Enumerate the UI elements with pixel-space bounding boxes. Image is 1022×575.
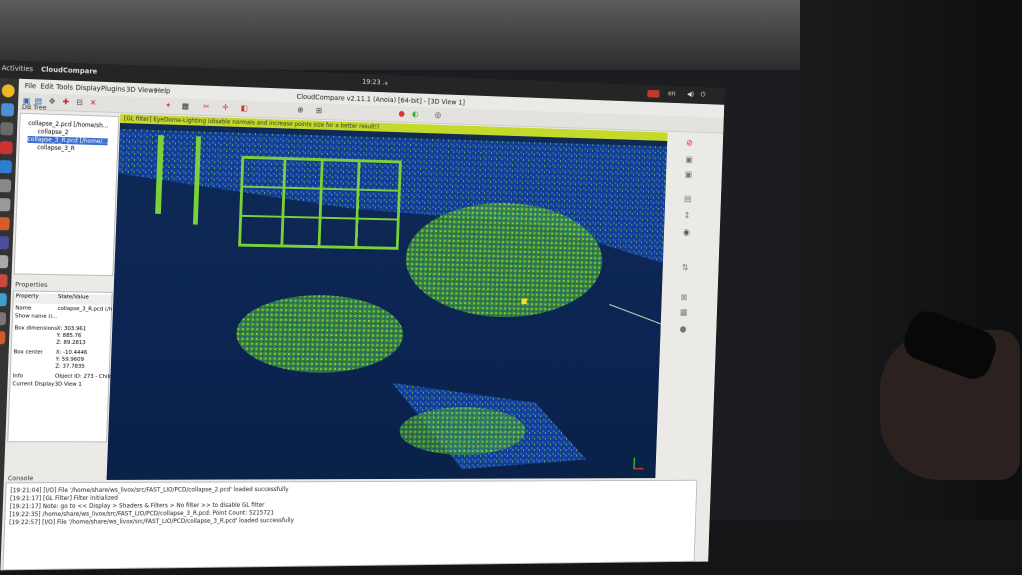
view-icon-5[interactable]: ◉ <box>682 228 691 238</box>
property-value: Y: 885.76 <box>56 332 82 340</box>
app-icon-2[interactable] <box>0 198 11 212</box>
property-value: Z: 37.7835 <box>55 363 85 370</box>
property-value: Z: 89.2813 <box>56 339 86 347</box>
view-icon-7[interactable]: ⊠ <box>680 293 689 302</box>
property-value: X: 303.961 <box>56 325 87 333</box>
property-value: Object ID: 273 - Child <box>54 373 113 380</box>
sor-icon[interactable]: ▦ <box>181 101 190 110</box>
menu-help[interactable]: Help <box>155 87 171 95</box>
menu-plugins[interactable]: Plugins <box>101 85 126 94</box>
view-icon-2[interactable]: ▣ <box>684 170 693 180</box>
db-tree-title: DB Tree <box>21 102 47 112</box>
property-key: Box center <box>13 349 43 356</box>
app-icon-4[interactable] <box>0 274 8 288</box>
volume-icon[interactable]: ◀) <box>687 90 694 98</box>
property-key: Name <box>15 305 32 312</box>
clone-icon[interactable]: ⊟ <box>75 98 84 107</box>
properties-panel: Property State/Value Name collapse_3_R.pc… <box>7 290 113 443</box>
tree-item-collapse-2[interactable]: collapse_2 <box>38 128 69 136</box>
property-value[interactable]: 3D View 1 <box>55 382 82 388</box>
zotero-icon[interactable] <box>0 141 13 155</box>
view-icon-4[interactable]: ↕ <box>683 211 692 221</box>
header-property: Property <box>15 293 39 300</box>
properties-header: Property State/Value <box>13 293 112 305</box>
screen: Activities CloudCompare ه. 19:23 en ◀) ⏻ <box>0 60 725 571</box>
property-key: Box dimensions <box>14 325 58 332</box>
ubuntu-software-icon[interactable] <box>0 217 10 231</box>
app-icon-3[interactable] <box>0 236 10 250</box>
cloud-line <box>609 304 662 323</box>
indicator-red-icon[interactable] <box>647 89 660 98</box>
property-key: Show name (i... <box>14 313 58 320</box>
color-icon[interactable]: ● <box>397 109 406 118</box>
menu-3d-views[interactable]: 3D Views <box>126 86 157 95</box>
right-toolbar: ⊘ ▣ ▣ ▤ ↕ ◉ ⇅ ⊠ ▦ ● <box>661 133 708 478</box>
sample-icon[interactable]: ✦ <box>164 101 173 110</box>
app-icon-7[interactable] <box>0 331 6 345</box>
menu-tools[interactable]: Tools <box>56 83 73 92</box>
scalar-icon[interactable]: ◐ <box>411 110 419 119</box>
chrome-icon[interactable] <box>1 84 15 98</box>
pivot-marker <box>521 298 527 305</box>
header-state-value: State/Value <box>57 294 89 301</box>
app-icon-6[interactable] <box>0 312 7 326</box>
properties-title: Properties <box>15 280 48 289</box>
background-right <box>800 0 1022 575</box>
property-row: Current Display 3D View 1 <box>10 381 108 392</box>
clock[interactable]: ه. 19:23 <box>362 78 388 87</box>
monitor: Activities CloudCompare ه. 19:23 en ◀) ⏻ <box>0 60 733 575</box>
translate-icon[interactable]: ✛ <box>221 103 230 112</box>
menu-edit[interactable]: Edit <box>40 83 54 91</box>
console-line: [19:22:57] [I/O] File '/home/share/ws_li… <box>8 517 294 527</box>
camera-icon[interactable]: ◎ <box>434 110 442 119</box>
delete-icon[interactable]: ✕ <box>89 98 98 107</box>
console-line: [19:21:17] [GL Filter] Filter initialize… <box>9 494 119 503</box>
db-tree-panel: collapse_2.pcd [/home/sh... collapse_2 c… <box>13 112 120 277</box>
app-icon[interactable] <box>0 122 14 136</box>
label-icon[interactable]: ⊞ <box>315 106 324 115</box>
property-value: Y: 59.9609 <box>55 356 85 363</box>
property-value[interactable]: collapse_3_R.pcd (/h <box>57 306 112 313</box>
menu-file[interactable]: File <box>25 82 37 90</box>
view-icon-9[interactable]: ● <box>678 325 687 334</box>
crop-icon[interactable]: ◧ <box>240 103 249 113</box>
view-icon-8[interactable]: ▦ <box>679 308 688 317</box>
property-key: Info <box>12 373 24 380</box>
stop-icon[interactable]: ⊘ <box>685 139 694 149</box>
terminal-icon[interactable] <box>0 179 12 193</box>
power-icon[interactable]: ⏻ <box>701 91 706 100</box>
cloud-rubble <box>234 293 405 374</box>
console-line: [19:21:04] [I/O] File '/home/share/ws_li… <box>10 486 289 495</box>
segment-icon[interactable]: ✂ <box>202 102 211 111</box>
app-menu[interactable]: CloudCompare <box>41 66 97 76</box>
view-icon-6[interactable]: ⇅ <box>681 264 690 273</box>
files-icon[interactable] <box>0 103 15 117</box>
activities-button[interactable]: Activities <box>2 64 34 73</box>
app-icon-5[interactable] <box>0 293 7 307</box>
view-icon[interactable]: ▣ <box>684 156 693 166</box>
photo-scene: Activities CloudCompare ه. 19:23 en ◀) ⏻ <box>0 0 1022 575</box>
vscode-icon[interactable] <box>0 160 13 174</box>
add-icon[interactable]: ✚ <box>61 97 70 106</box>
language-indicator[interactable]: en <box>668 90 676 98</box>
3d-view[interactable]: [GL filter] EyeDome-Lighting (disable no… <box>106 114 668 480</box>
console-panel: [19:21:04] [I/O] File '/home/share/ws_li… <box>2 479 698 571</box>
tree-item-collapse-3-r[interactable]: collapse_3_R <box>37 144 75 152</box>
measure-icon[interactable]: ⊕ <box>296 105 305 115</box>
console-title: Console <box>7 474 34 483</box>
property-value: X: -10.4446 <box>55 349 88 357</box>
point-cloud-render <box>115 128 668 480</box>
property-key: Current Display <box>12 381 55 388</box>
settings-icon[interactable] <box>0 255 9 269</box>
pointpick-icon[interactable]: ✥ <box>48 97 57 106</box>
cloudcompare-window: File Edit Tools Display Plugins 3D Views… <box>0 78 725 571</box>
menu-display[interactable]: Display <box>76 84 101 93</box>
view-icon-3[interactable]: ▤ <box>683 195 692 205</box>
property-row: Show name (i... <box>13 313 111 324</box>
